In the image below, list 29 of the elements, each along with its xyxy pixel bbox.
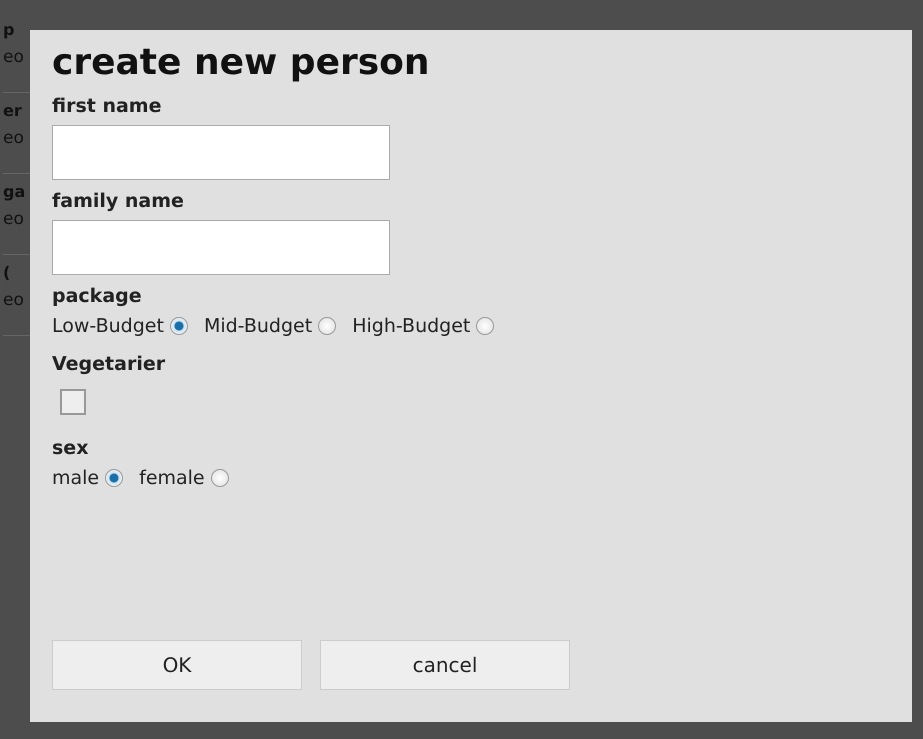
radio-button[interactable]: [105, 469, 124, 487]
text-field[interactable]: [52, 220, 390, 275]
option-label: male: [52, 467, 100, 489]
option-label: Low-Budget: [52, 315, 164, 337]
radio-button[interactable]: [210, 469, 229, 487]
text-field[interactable]: [52, 125, 390, 180]
ok-button[interactable]: OK: [52, 640, 302, 690]
field-label: first name: [52, 95, 162, 117]
radio-button[interactable]: [476, 317, 494, 335]
option-label: Mid-Budget: [204, 315, 312, 337]
list-item-subtitle: eo: [3, 290, 25, 310]
field-label: family name: [52, 190, 185, 212]
option-label: High-Budget: [352, 315, 470, 337]
field-label: sex: [52, 437, 90, 459]
list-item-title: er: [3, 101, 23, 120]
list-item-title: ga: [3, 182, 26, 201]
radio-button[interactable]: [318, 317, 336, 335]
option-label: female: [139, 467, 205, 489]
list-item-subtitle: eo: [3, 209, 25, 229]
dialog-title: create new person: [52, 42, 431, 83]
list-item-subtitle: eo: [3, 128, 25, 148]
list-item-title: (: [3, 263, 12, 282]
cancel-button[interactable]: cancel: [320, 640, 570, 690]
field-label: Vegetarier: [52, 353, 166, 375]
checkbox[interactable]: [60, 389, 86, 415]
list-item-title: p: [3, 20, 16, 39]
field-label: package: [52, 285, 143, 307]
list-item-subtitle: eo: [3, 47, 25, 67]
radio-button[interactable]: [170, 317, 188, 335]
